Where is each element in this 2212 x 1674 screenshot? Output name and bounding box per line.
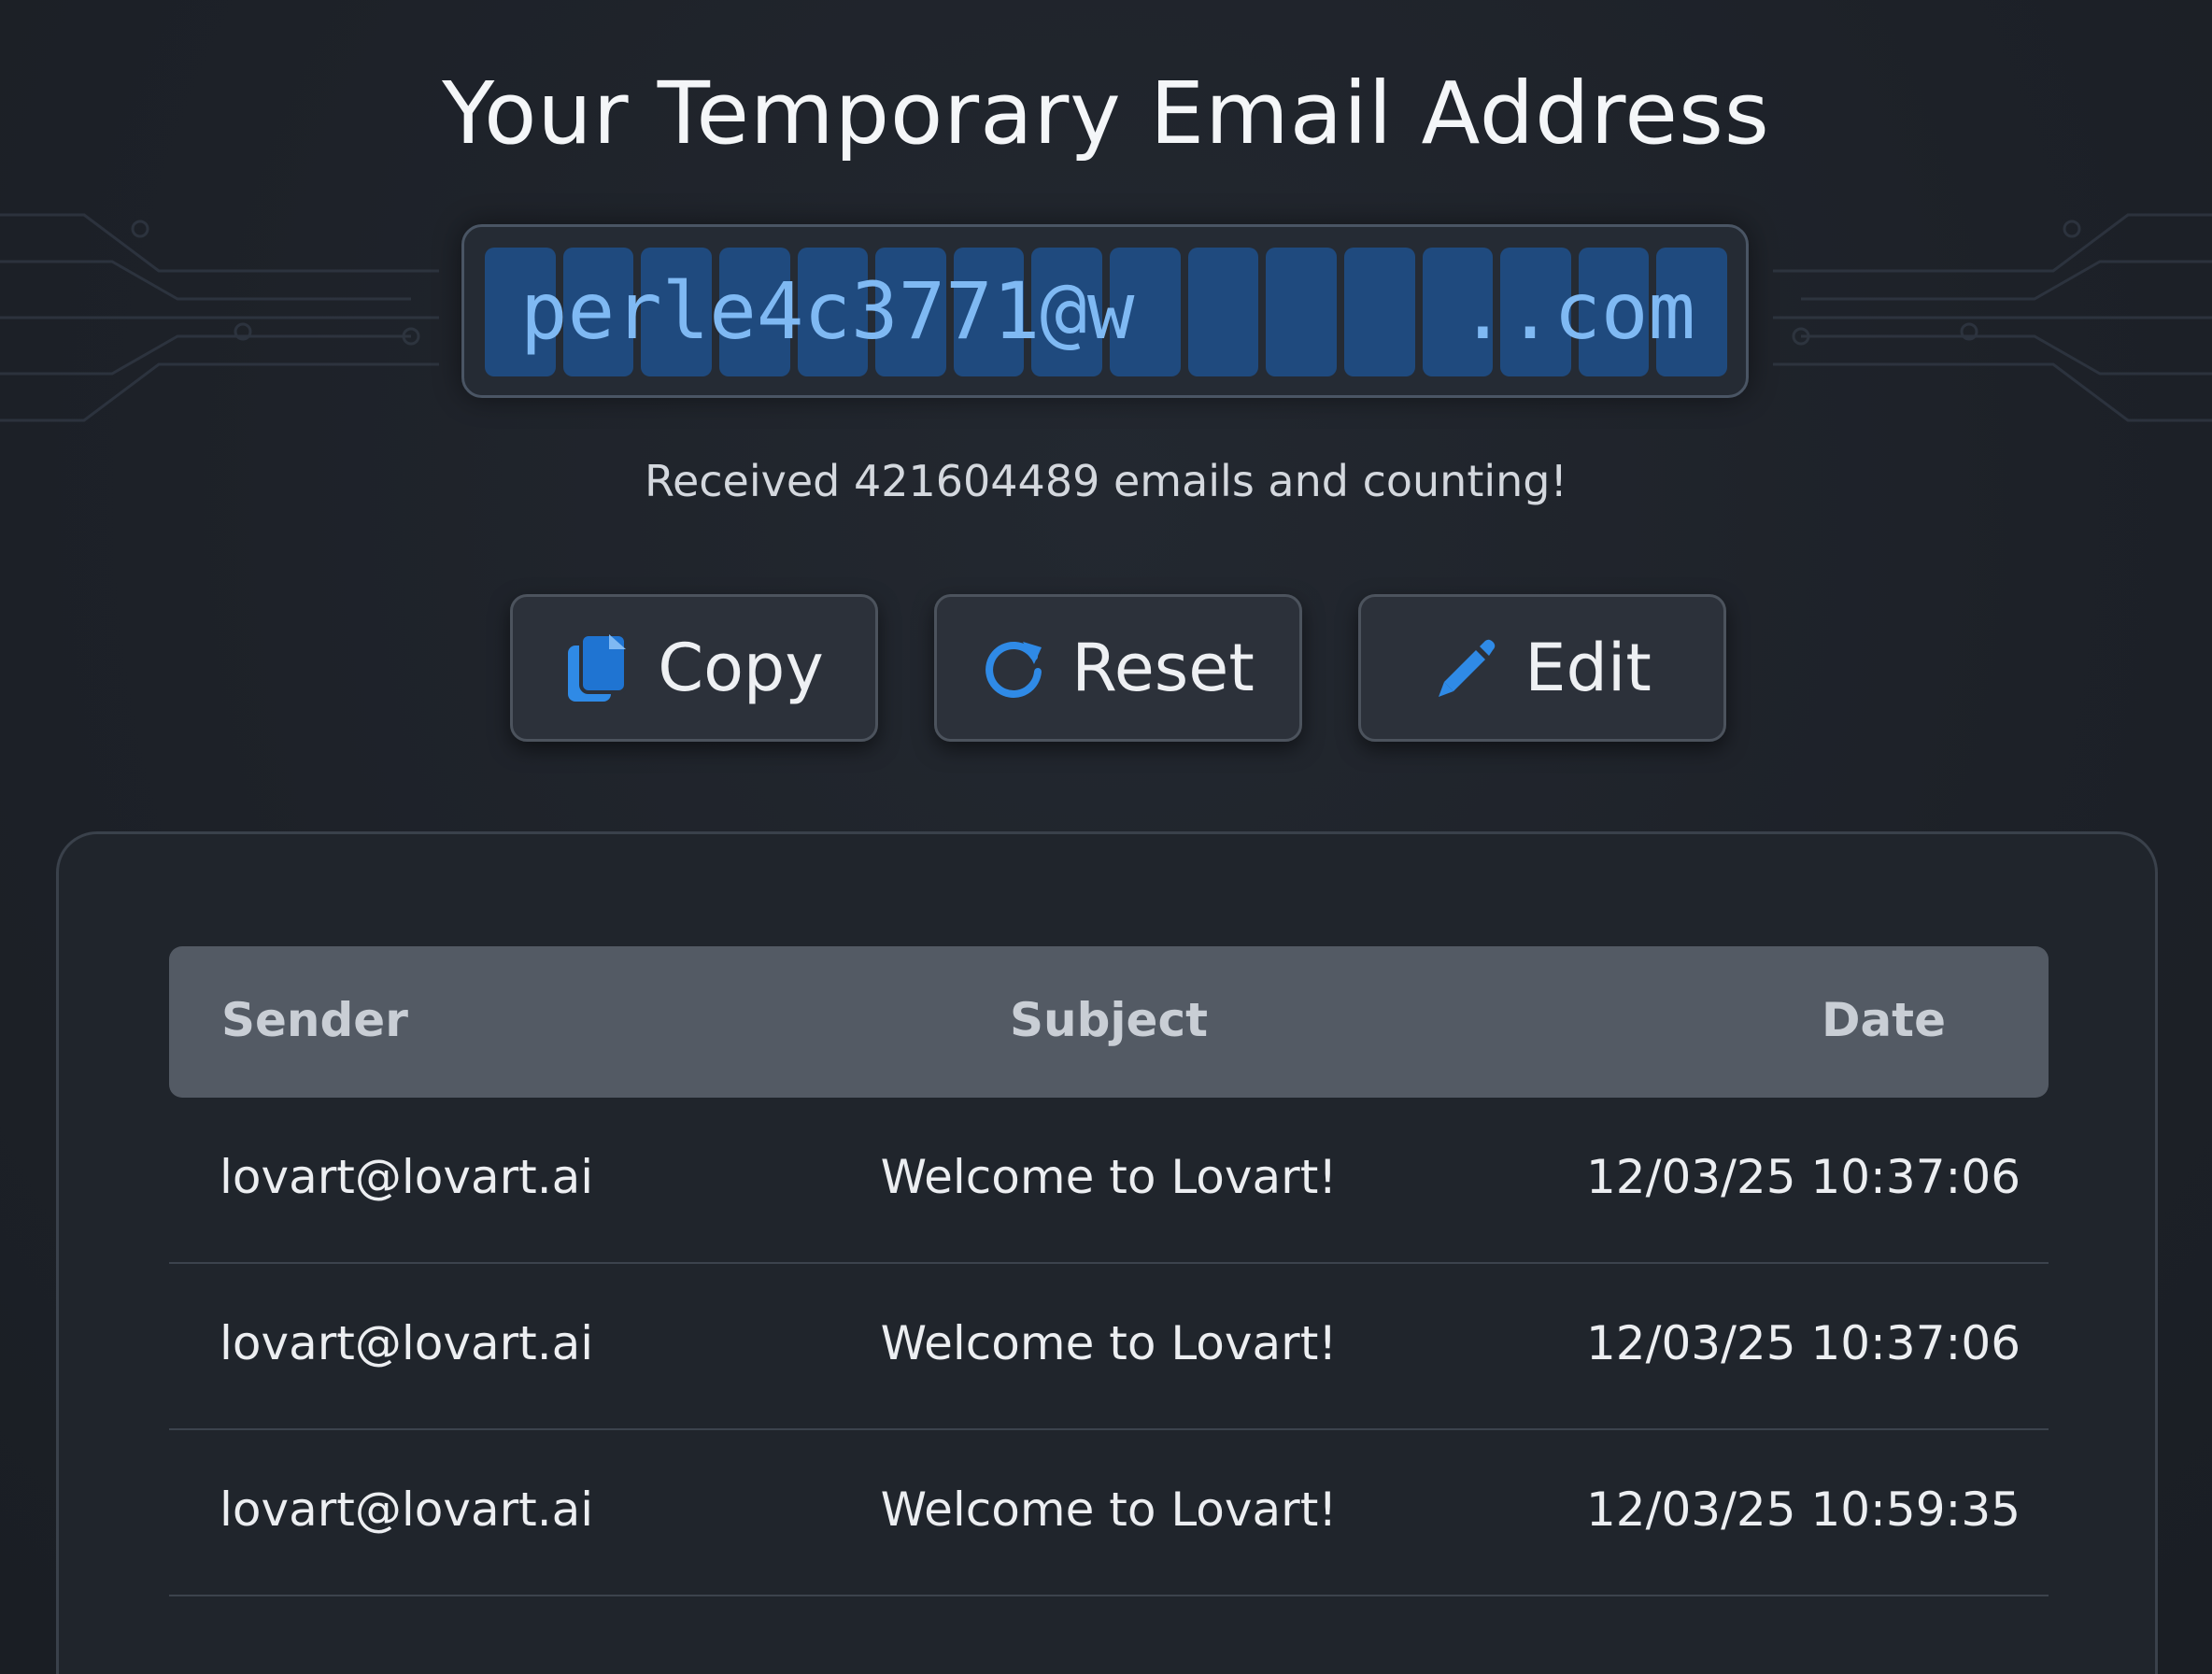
- email-address-display[interactable]: perle4c3771@w ..com: [461, 224, 1749, 398]
- address-suffix: ..com: [1459, 265, 1695, 357]
- inbox-table-header: Sender Subject Date: [169, 946, 2049, 1098]
- row-date: 12/03/25 10:37:06: [1585, 1316, 2021, 1370]
- pencil-icon: [1439, 639, 1496, 697]
- refresh-icon: [985, 642, 1042, 698]
- row-date: 12/03/25 10:37:06: [1585, 1150, 2021, 1204]
- row-date: 12/03/25 10:59:35: [1585, 1482, 2021, 1537]
- email-counter: Received 421604489 emails and counting!: [645, 456, 1567, 506]
- page-title: Your Temporary Email Address: [442, 64, 1770, 163]
- table-row[interactable]: lovart@lovart.ai Welcome to Lovart! 12/0…: [169, 1430, 2049, 1596]
- circuit-decoration-left: [0, 213, 439, 422]
- copy-button-label: Copy: [658, 630, 824, 706]
- copy-icon: [568, 632, 629, 702]
- column-header-date[interactable]: Date: [1822, 993, 1946, 1047]
- table-row[interactable]: lovart@lovart.ai Welcome to Lovart! 12/0…: [169, 1264, 2049, 1430]
- edit-button-label: Edit: [1524, 630, 1652, 706]
- copy-button[interactable]: Copy: [510, 594, 878, 742]
- edit-button[interactable]: Edit: [1358, 594, 1726, 742]
- inbox-panel: Sender Subject Date lovart@lovart.ai Wel…: [56, 831, 2158, 1674]
- address-text: perle4c3771@w ..com: [520, 264, 1695, 358]
- reset-button[interactable]: Reset: [934, 594, 1302, 742]
- address-local-part: perle4c3771@w: [520, 265, 1135, 357]
- temp-mail-page: Your Temporary Email Address perle4c3771…: [0, 0, 2212, 1674]
- column-header-subject[interactable]: Subject: [169, 993, 2049, 1047]
- circuit-decoration-right: [1773, 213, 2212, 422]
- reset-button-label: Reset: [1071, 630, 1255, 706]
- table-row[interactable]: lovart@lovart.ai Welcome to Lovart! 12/0…: [169, 1098, 2049, 1264]
